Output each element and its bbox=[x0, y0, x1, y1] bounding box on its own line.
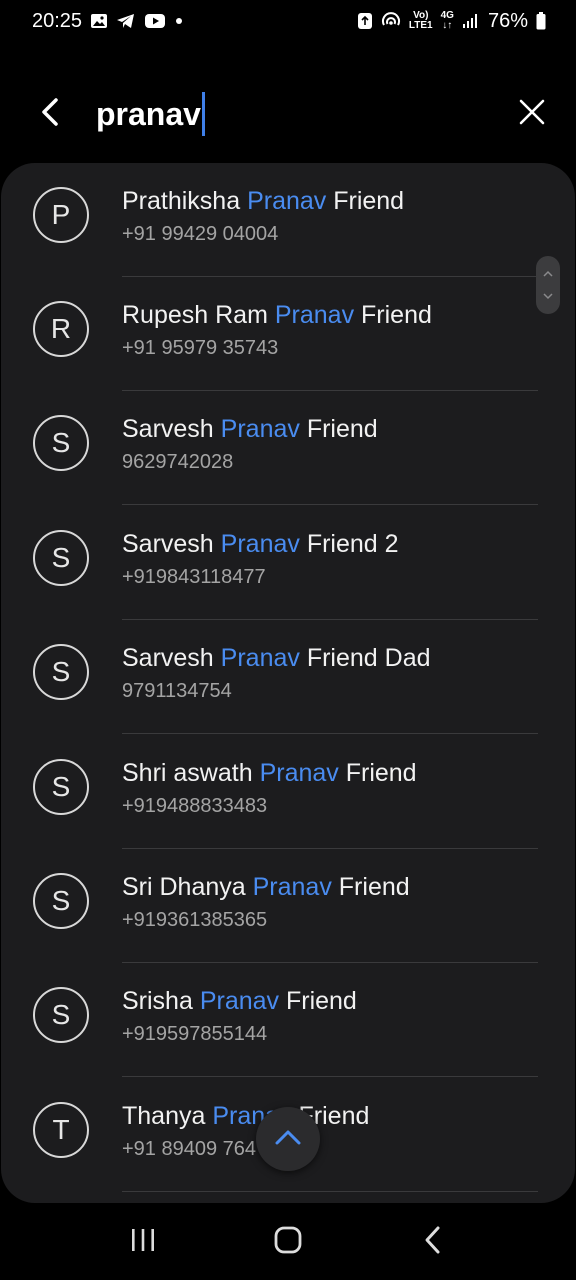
telegram-icon bbox=[116, 13, 136, 29]
avatar: S bbox=[33, 415, 89, 471]
hotspot-icon bbox=[381, 12, 401, 30]
avatar: S bbox=[33, 987, 89, 1043]
match-highlight: Pranav bbox=[220, 415, 300, 443]
chevron-down-small-icon bbox=[542, 287, 554, 305]
contact-phone: +91 89409 764 bbox=[122, 1138, 257, 1160]
status-bar: 20:25 Vo) LTE1 4G ↓↑ 76% bbox=[0, 0, 576, 42]
contact-name: Prathiksha Pranav Friend bbox=[122, 187, 405, 215]
match-highlight: Pranav bbox=[220, 530, 300, 558]
status-bar-left: 20:25 bbox=[32, 10, 184, 33]
contact-name: Sarvesh Pranav Friend Dad bbox=[122, 644, 431, 672]
search-input[interactable]: pranav bbox=[96, 92, 205, 136]
match-highlight: Pranav bbox=[252, 873, 332, 901]
contact-row[interactable]: S Srisha Pranav Friend +919597855144 bbox=[1, 963, 575, 1077]
scroll-to-top-button[interactable] bbox=[256, 1107, 320, 1171]
contact-phone: +919361385365 bbox=[122, 909, 268, 931]
battery-icon bbox=[536, 12, 546, 30]
avatar: P bbox=[33, 187, 89, 243]
4g-icon: 4G ↓↑ bbox=[440, 10, 454, 31]
avatar: T bbox=[33, 1102, 89, 1158]
match-highlight: Pranav bbox=[274, 301, 355, 329]
contact-row[interactable]: P Prathiksha Pranav Friend +91 99429 040… bbox=[1, 163, 575, 277]
search-bar: pranav bbox=[0, 72, 576, 156]
youtube-icon bbox=[144, 13, 166, 29]
contact-name: Srisha Pranav Friend bbox=[122, 987, 357, 1015]
contact-phone: +91 95979 35743 bbox=[122, 337, 279, 359]
contact-name: Sri Dhanya Pranav Friend bbox=[122, 873, 410, 901]
recents-button[interactable] bbox=[113, 1213, 173, 1273]
home-button[interactable] bbox=[258, 1213, 318, 1273]
contact-row[interactable]: S Sarvesh Pranav Friend 2 +919843118477 bbox=[1, 506, 575, 620]
divider bbox=[122, 504, 538, 505]
contact-name: Sarvesh Pranav Friend bbox=[122, 415, 378, 443]
match-highlight: Pranav bbox=[199, 987, 280, 1015]
nav-back-button[interactable] bbox=[403, 1213, 463, 1273]
close-icon bbox=[519, 99, 545, 130]
contact-phone: +91 99429 04004 bbox=[122, 223, 279, 245]
contact-row[interactable]: S Sri Dhanya Pranav Friend +919361385365 bbox=[1, 849, 575, 963]
home-icon bbox=[273, 1225, 303, 1260]
fast-scroll-handle[interactable] bbox=[536, 256, 560, 314]
contact-row[interactable]: S Sarvesh Pranav Friend Dad 9791134754 bbox=[1, 620, 575, 734]
contact-phone: 9629742028 bbox=[122, 451, 234, 473]
contact-phone: +919843118477 bbox=[122, 566, 266, 588]
avatar: S bbox=[33, 873, 89, 929]
contact-name: Thanya Pranav Friend bbox=[122, 1102, 370, 1130]
contact-row[interactable]: R Rupesh Ram Pranav Friend +91 95979 357… bbox=[1, 277, 575, 391]
chevron-up-small-icon bbox=[542, 265, 554, 283]
text-caret bbox=[201, 92, 205, 136]
status-bar-right: Vo) LTE1 4G ↓↑ 76% bbox=[357, 10, 546, 33]
contact-name: Rupesh Ram Pranav Friend bbox=[122, 301, 432, 329]
avatar: S bbox=[33, 644, 89, 700]
battery-percent: 76% bbox=[487, 9, 528, 32]
avatar: R bbox=[33, 301, 89, 357]
avatar: S bbox=[33, 759, 89, 815]
recents-icon bbox=[129, 1227, 157, 1258]
contact-phone: +919597855144 bbox=[122, 1023, 268, 1045]
back-arrow-icon bbox=[39, 97, 61, 132]
contact-row[interactable]: S Shri aswath Pranav Friend +91948883348… bbox=[1, 735, 575, 849]
back-button[interactable] bbox=[30, 92, 70, 136]
sync-icon bbox=[357, 12, 373, 30]
clear-search-button[interactable] bbox=[510, 92, 554, 136]
contact-row[interactable]: S Sarvesh Pranav Friend 9629742028 bbox=[1, 391, 575, 505]
contact-name: Shri aswath Pranav Friend bbox=[122, 759, 417, 787]
divider bbox=[122, 1191, 538, 1192]
divider bbox=[122, 733, 538, 734]
contact-phone: +919488833483 bbox=[122, 795, 268, 817]
search-query: pranav bbox=[96, 96, 201, 132]
dot-icon bbox=[174, 16, 184, 26]
signal-icon bbox=[462, 13, 480, 29]
divider bbox=[122, 1076, 538, 1077]
volte-icon: Vo) LTE1 bbox=[408, 10, 433, 31]
gallery-icon bbox=[90, 13, 108, 29]
system-nav-bar bbox=[0, 1205, 576, 1280]
match-highlight: Pranav bbox=[247, 187, 327, 215]
chevron-up-icon bbox=[274, 1128, 302, 1151]
match-highlight: Pranav bbox=[259, 759, 339, 787]
search-results-list: P Prathiksha Pranav Friend +91 99429 040… bbox=[1, 163, 575, 1203]
status-time: 20:25 bbox=[32, 9, 83, 32]
avatar: S bbox=[33, 530, 89, 586]
contact-name: Sarvesh Pranav Friend 2 bbox=[122, 530, 399, 558]
nav-back-icon bbox=[423, 1225, 443, 1260]
match-highlight: Pranav bbox=[220, 644, 300, 672]
contact-phone: 9791134754 bbox=[122, 680, 232, 702]
